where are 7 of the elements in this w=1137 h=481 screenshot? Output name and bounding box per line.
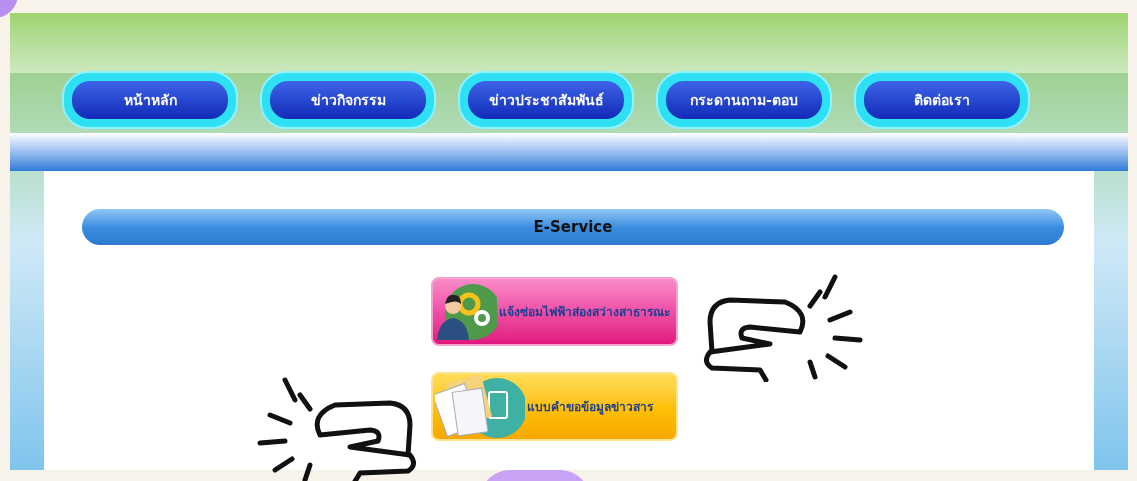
nav-button[interactable]: กระดานถาม-ตอบ [656,71,832,129]
service-button[interactable]: แบบคำขอข้อมูลข่าวสาร [430,372,678,441]
section-title: E-Service [533,216,613,238]
nav-button[interactable]: ข่าวประชาสัมพันธ์ [458,71,634,129]
nav-button[interactable]: หน้าหลัก [62,71,238,129]
nav-button[interactable]: ติดต่อเรา [854,71,1030,129]
nav-button[interactable]: ข่าวกิจกรรม [260,71,436,129]
